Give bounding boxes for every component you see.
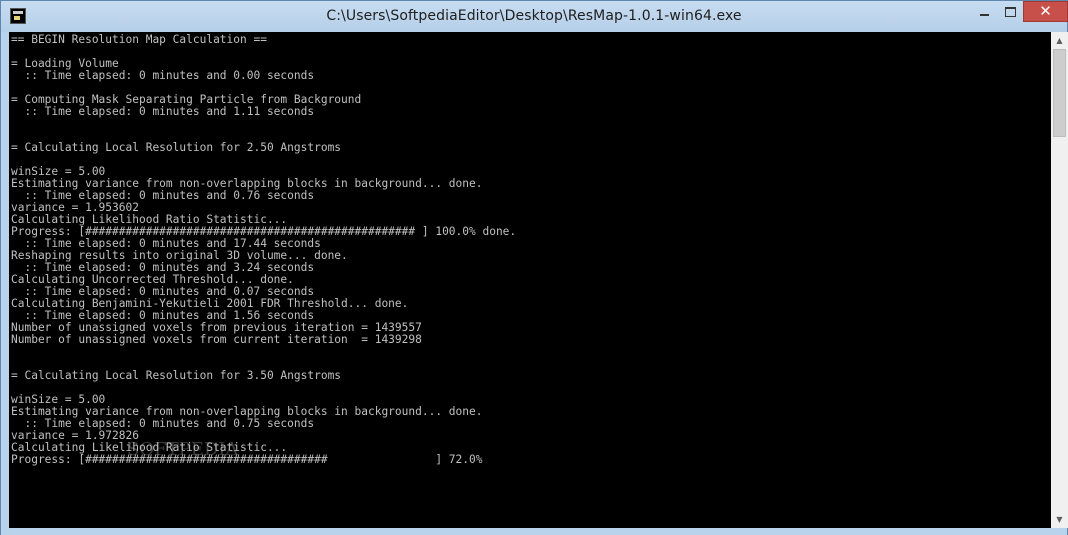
console-line: = Calculating Local Resolution for 3.50 … xyxy=(11,369,342,382)
console-output[interactable]: SOFTPEDIA == BEGIN Resolution Map Calcul… xyxy=(9,32,1051,528)
minimize-button[interactable] xyxy=(971,1,997,22)
vertical-scrollbar[interactable]: ▲ ▼ xyxy=(1051,32,1068,528)
close-button[interactable]: ✕ xyxy=(1023,1,1068,22)
console-line: == BEGIN Resolution Map Calculation == xyxy=(11,33,267,46)
window-title: C:\Users\SoftpediaEditor\Desktop\ResMap-… xyxy=(326,8,742,24)
console-line: :: Time elapsed: 0 minutes and 1.11 seco… xyxy=(11,105,315,118)
console-line: Progress: [#############################… xyxy=(11,453,483,466)
console-line: :: Time elapsed: 0 minutes and 0.00 seco… xyxy=(11,69,315,82)
console-line: = Calculating Local Resolution for 2.50 … xyxy=(11,141,342,154)
scroll-thumb[interactable] xyxy=(1053,49,1066,137)
scroll-down-arrow-icon[interactable]: ▼ xyxy=(1051,511,1068,528)
window-bottom-border xyxy=(1,528,1067,535)
console-line: Number of unassigned voxels from current… xyxy=(11,333,422,346)
title-bar[interactable]: C:\Users\SoftpediaEditor\Desktop\ResMap-… xyxy=(1,1,1068,32)
maximize-icon xyxy=(1004,6,1016,17)
minimize-icon xyxy=(979,13,989,16)
scroll-up-arrow-icon[interactable]: ▲ xyxy=(1051,32,1068,49)
maximize-button[interactable] xyxy=(997,1,1023,22)
console-window: C:\Users\SoftpediaEditor\Desktop\ResMap-… xyxy=(0,0,1068,535)
close-icon: ✕ xyxy=(1039,2,1052,20)
